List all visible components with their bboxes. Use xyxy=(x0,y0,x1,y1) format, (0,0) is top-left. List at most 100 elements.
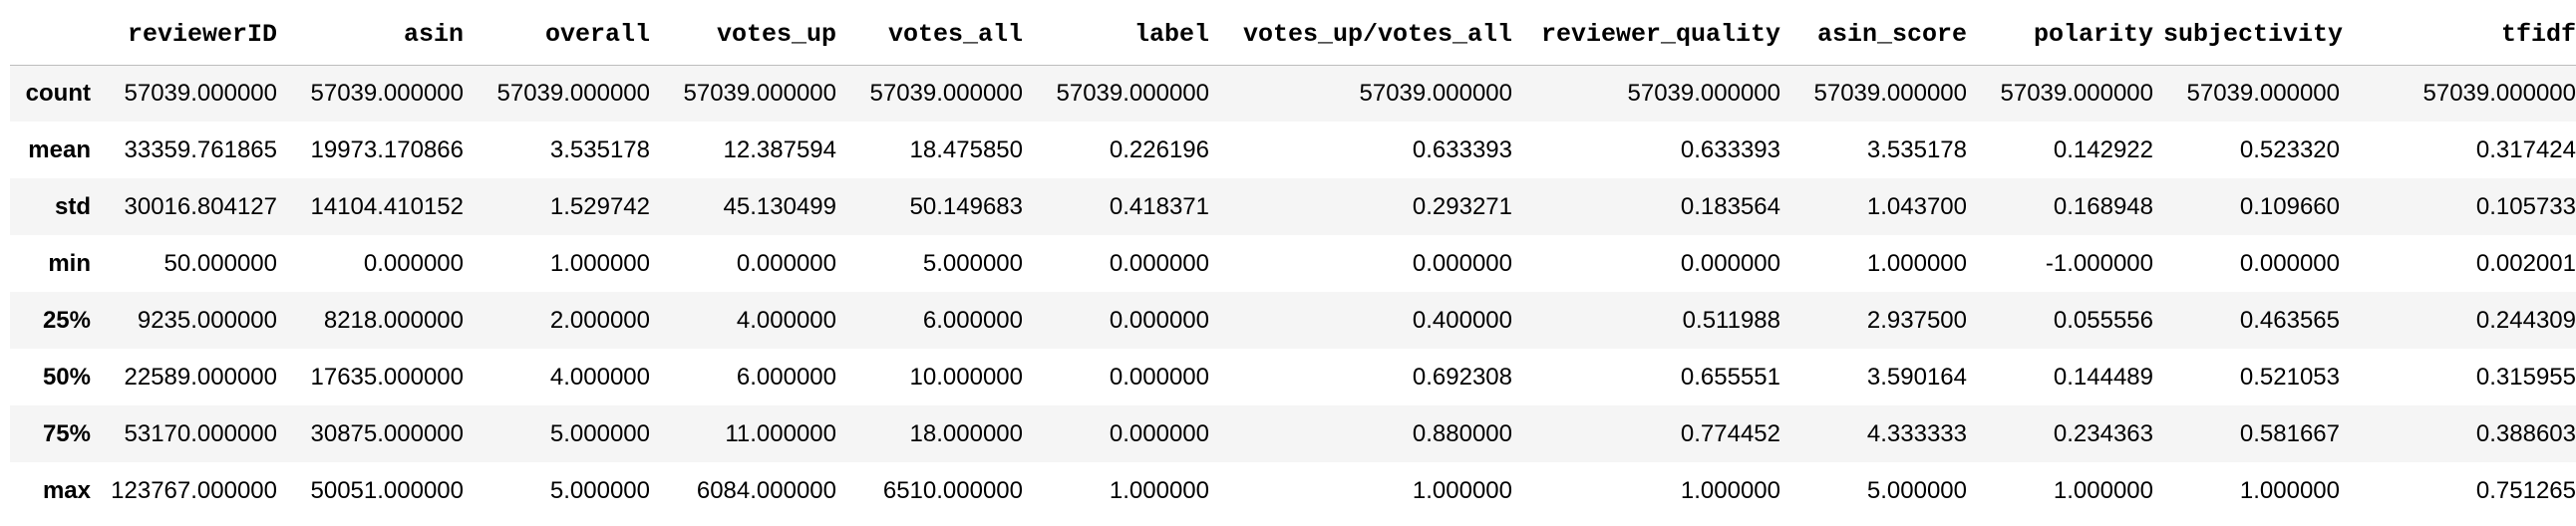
table-cell: 30016.804127 xyxy=(124,192,278,220)
table-cell: 1.000000 xyxy=(1109,476,1209,504)
column-header: reviewer_quality xyxy=(1540,19,1780,49)
table-cell: 1.000000 xyxy=(549,249,650,277)
table-cell: 0.142922 xyxy=(2053,135,2153,163)
table-cell: 57039.000000 xyxy=(310,79,465,107)
table-cell: 50.000000 xyxy=(163,249,277,277)
table-cell: 0.000000 xyxy=(1109,306,1209,334)
table-cell: 57039.000000 xyxy=(1056,79,1210,107)
table-cell: 53170.000000 xyxy=(124,419,278,447)
table-row: count 57039.000000 57039.000000 57039.00000… xyxy=(10,65,2576,122)
table-cell: 0.183564 xyxy=(1680,192,1780,220)
row-index-label: 50% xyxy=(42,363,91,391)
table-cell: 6510.000000 xyxy=(882,476,1023,504)
table-cell: 0.581667 xyxy=(2239,419,2340,447)
row-index-label: 25% xyxy=(42,306,91,334)
column-header: tfidf xyxy=(2500,19,2576,49)
table-row: 75% 53170.000000 30875.000000 5.000000 11.00… xyxy=(10,405,2576,462)
table-cell: 1.000000 xyxy=(1680,476,1780,504)
table-cell: 0.226196 xyxy=(1109,135,1209,163)
table-cell: 57039.000000 xyxy=(1813,79,1968,107)
column-header: asin_score xyxy=(1816,19,1967,49)
table-cell: 57039.000000 xyxy=(683,79,837,107)
table-header: reviewerID asin overall votes_up votes_all la… xyxy=(10,4,2576,65)
table-cell: 1.000000 xyxy=(1866,249,1967,277)
table-body: count 57039.000000 57039.000000 57039.00000… xyxy=(10,65,2576,519)
row-index-label: min xyxy=(48,249,91,277)
table-cell: 0.521053 xyxy=(2239,363,2340,391)
table-cell: 0.774452 xyxy=(1680,419,1780,447)
table-cell: 0.244309 xyxy=(2475,306,2576,334)
table-cell: 5.000000 xyxy=(922,249,1023,277)
table-cell: 3.535178 xyxy=(549,135,650,163)
table-cell: 0.000000 xyxy=(1680,249,1780,277)
table-cell: 4.000000 xyxy=(736,306,836,334)
table-cell: 0.317424 xyxy=(2475,135,2576,163)
table-cell: 1.000000 xyxy=(2053,476,2153,504)
table-cell: 6084.000000 xyxy=(696,476,836,504)
table-cell: 4.000000 xyxy=(549,363,650,391)
table-cell: 5.000000 xyxy=(549,476,650,504)
table-cell: 0.000000 xyxy=(363,249,464,277)
table-cell: 50051.000000 xyxy=(310,476,465,504)
table-cell: 57039.000000 xyxy=(1627,79,1781,107)
table-cell: 18.000000 xyxy=(909,419,1023,447)
dataframe-output: reviewerID asin overall votes_up votes_all la… xyxy=(10,4,2576,519)
row-index-label: max xyxy=(42,476,91,504)
table-cell: 0.055556 xyxy=(2053,306,2153,334)
table-cell: 33359.761865 xyxy=(124,135,278,163)
table-cell: 0.105733 xyxy=(2475,192,2576,220)
table-cell: 57039.000000 xyxy=(2000,79,2154,107)
table-cell: 0.511988 xyxy=(1682,306,1780,334)
table-cell: 57039.000000 xyxy=(2422,79,2576,107)
table-cell: 0.655551 xyxy=(1680,363,1780,391)
index-header xyxy=(10,4,101,65)
table-cell: 2.937500 xyxy=(1866,306,1967,334)
column-header: polarity xyxy=(2033,19,2153,49)
row-index-label: mean xyxy=(28,135,91,163)
table-cell: 0.633393 xyxy=(1680,135,1780,163)
table-cell: 6.000000 xyxy=(922,306,1023,334)
describe-table: reviewerID asin overall votes_up votes_all la… xyxy=(10,4,2576,519)
table-cell: 0.523320 xyxy=(2239,135,2340,163)
table-cell: 57039.000000 xyxy=(124,79,278,107)
table-cell: 0.000000 xyxy=(1109,363,1209,391)
table-cell: 10.000000 xyxy=(909,363,1023,391)
column-header: subjectivity xyxy=(2163,19,2344,49)
table-cell: 14104.410152 xyxy=(310,192,465,220)
header-row: reviewerID asin overall votes_up votes_all la… xyxy=(10,4,2576,65)
table-cell: 50.149683 xyxy=(909,192,1023,220)
column-header: votes_all xyxy=(887,19,1023,49)
table-cell: 0.751265 xyxy=(2475,476,2576,504)
row-index-label: 75% xyxy=(42,419,91,447)
table-cell: 0.002001 xyxy=(2475,249,2576,277)
table-cell: 4.333333 xyxy=(1866,419,1967,447)
column-header: label xyxy=(1133,19,1209,49)
table-cell: 1.529742 xyxy=(549,192,650,220)
table-row: std 30016.804127 14104.410152 1.529742 45.13… xyxy=(10,178,2576,235)
table-cell: 0.388603 xyxy=(2475,419,2576,447)
table-cell: 0.000000 xyxy=(2239,249,2340,277)
table-cell: 2.000000 xyxy=(549,306,650,334)
table-cell: 0.000000 xyxy=(1412,249,1512,277)
table-row: mean 33359.761865 19973.170866 3.535178 12.3… xyxy=(10,122,2576,178)
column-header: votes_up/votes_all xyxy=(1242,19,1512,49)
table-row: min 50.000000 0.000000 1.000000 0.000000 5.00… xyxy=(10,235,2576,292)
row-index-label: count xyxy=(25,79,91,107)
table-cell: 57039.000000 xyxy=(1359,79,1513,107)
table-cell: 6.000000 xyxy=(736,363,836,391)
table-cell: 45.130499 xyxy=(723,192,836,220)
table-cell: 0.692308 xyxy=(1412,363,1512,391)
table-cell: 9235.000000 xyxy=(137,306,277,334)
table-row: 25% 9235.000000 8218.000000 2.000000 4.00000… xyxy=(10,292,2576,349)
table-cell: 0.168948 xyxy=(2053,192,2153,220)
column-header: reviewerID xyxy=(127,19,277,49)
table-cell: 0.144489 xyxy=(2053,363,2153,391)
table-cell: 0.234363 xyxy=(2053,419,2153,447)
table-cell: 0.000000 xyxy=(1109,249,1209,277)
table-cell: 0.418371 xyxy=(1109,192,1209,220)
table-cell: 3.535178 xyxy=(1866,135,1967,163)
table-cell: 30875.000000 xyxy=(310,419,465,447)
table-cell: 0.463565 xyxy=(2239,306,2340,334)
table-cell: -1.000000 xyxy=(2045,249,2153,277)
table-cell: 57039.000000 xyxy=(496,79,651,107)
